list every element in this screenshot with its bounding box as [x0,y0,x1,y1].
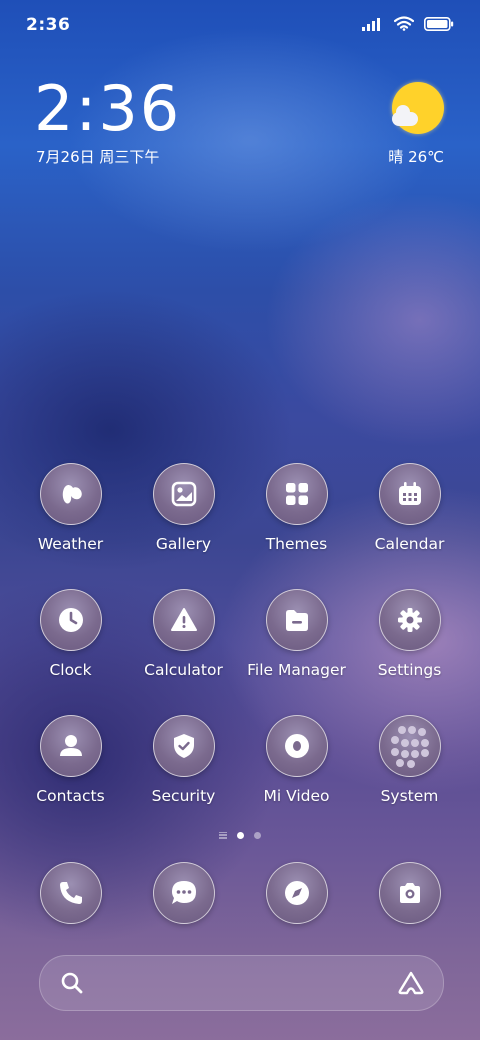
assistant-icon[interactable] [397,970,425,996]
signal-icon [362,17,380,31]
dock-messages[interactable] [127,862,240,924]
app-row: Clock Calculator File Manager Settings [0,589,480,699]
cloud-icon [392,105,418,126]
app-clock[interactable]: Clock [14,589,127,679]
page-dot-active[interactable] [237,831,244,839]
search-bar[interactable] [39,955,444,1011]
page-indicator [0,829,480,841]
app-gallery[interactable]: Gallery [127,463,240,553]
dock-camera[interactable] [353,862,466,924]
app-label: Contacts [36,787,105,805]
system-folder-icon [378,715,441,777]
app-label: Clock [49,661,92,679]
camera-icon [378,862,441,924]
themes-icon [265,463,328,525]
app-label: Settings [377,661,442,679]
page-dot[interactable] [254,831,261,839]
app-label: System [380,787,439,805]
dock-phone[interactable] [14,862,127,924]
app-row: Contacts Security Mi Video System [0,715,480,825]
app-label: File Manager [247,661,346,679]
app-label: Security [151,787,216,805]
mi-video-icon [265,715,328,777]
app-file-manager[interactable]: File Manager [240,589,353,679]
app-label: Calculator [144,661,223,679]
app-settings[interactable]: Settings [353,589,466,679]
status-icons [362,16,454,31]
app-mi-video[interactable]: Mi Video [240,715,353,805]
dock-browser[interactable] [240,862,353,924]
app-weather[interactable]: Weather [14,463,127,553]
contacts-icon [39,715,102,777]
app-label: Gallery [155,535,212,553]
dock [0,862,480,926]
app-label: Mi Video [263,787,330,805]
weather-icon [39,463,102,525]
clock-icon [39,589,102,651]
page-indicator-menu[interactable] [219,831,227,839]
search-icon[interactable] [60,971,84,995]
weather-widget[interactable]: 晴 26℃ [354,82,444,172]
security-icon [152,715,215,777]
battery-icon [424,16,454,31]
app-label: Themes [265,535,328,553]
messages-icon [152,862,215,924]
app-row: Weather Gallery Themes Calendar [0,463,480,573]
file-manager-icon [265,589,328,651]
settings-icon [378,589,441,651]
browser-icon [265,862,328,924]
clock-widget-date: 7月26日 周三下午 [36,148,160,166]
clock-widget-time[interactable]: 2:36 [34,78,181,140]
app-themes[interactable]: Themes [240,463,353,553]
phone-icon [39,862,102,924]
gallery-icon [152,463,215,525]
app-calendar[interactable]: Calendar [353,463,466,553]
calendar-icon [378,463,441,525]
weather-text: 晴 26℃ [388,148,444,166]
app-calculator[interactable]: Calculator [127,589,240,679]
app-label: Weather [37,535,104,553]
app-system-folder[interactable]: System [353,715,466,805]
status-time: 2:36 [26,15,71,35]
status-bar: 2:36 [0,0,480,50]
app-label: Calendar [374,535,445,553]
calculator-icon [152,589,215,651]
app-contacts[interactable]: Contacts [14,715,127,805]
wifi-icon [394,16,414,31]
app-security[interactable]: Security [127,715,240,805]
